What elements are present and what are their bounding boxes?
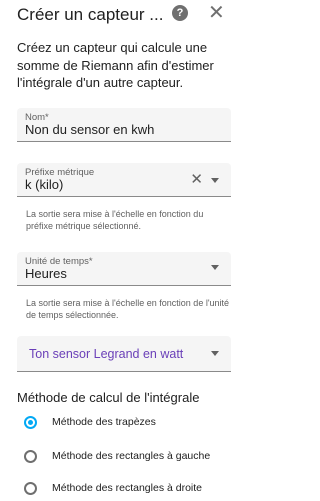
radio-button[interactable] bbox=[24, 450, 37, 463]
radio-label: Méthode des rectangles à droite bbox=[52, 482, 203, 494]
chevron-down-icon[interactable] bbox=[211, 265, 219, 270]
help-icon[interactable]: ? bbox=[172, 5, 188, 21]
dialog-title: Créer un capteur ... bbox=[17, 5, 164, 24]
radio-button[interactable] bbox=[24, 416, 37, 429]
time-unit-helper: La sortie sera mise à l'échelle en fonct… bbox=[26, 298, 230, 320]
radio-option-trapezoid[interactable]: Méthode des trapèzes bbox=[24, 413, 239, 435]
time-unit-value: Heures bbox=[25, 266, 67, 281]
dialog-header: Créer un capteur ... ? ✕ bbox=[0, 0, 245, 30]
radio-option-left-rectangles[interactable]: Méthode des rectangles à gauche bbox=[24, 447, 239, 469]
method-section-title: Méthode de calcul de l'intégrale bbox=[17, 390, 200, 405]
chevron-down-icon[interactable] bbox=[211, 178, 219, 183]
radio-label: Méthode des rectangles à gauche bbox=[52, 450, 211, 462]
radio-label: Méthode des trapèzes bbox=[52, 416, 156, 428]
name-field-value[interactable]: Non du sensor en kwh bbox=[25, 122, 154, 137]
metric-prefix-helper: La sortie sera mise à l'échelle en fonct… bbox=[26, 209, 204, 231]
radio-option-right-rectangles[interactable]: Méthode des rectangles à droite bbox=[24, 479, 239, 501]
input-sensor-value: Ton sensor Legrand en watt bbox=[29, 347, 184, 361]
name-field[interactable]: Nom* Non du sensor en kwh bbox=[17, 108, 231, 142]
metric-prefix-value: k (kilo) bbox=[25, 177, 64, 192]
chevron-down-icon[interactable] bbox=[211, 351, 219, 356]
time-unit-select[interactable]: Unité de temps* Heures bbox=[17, 252, 231, 286]
close-icon[interactable]: ✕ bbox=[208, 1, 225, 25]
clear-icon[interactable]: ✕ bbox=[190, 172, 203, 187]
radio-button[interactable] bbox=[24, 482, 37, 495]
metric-prefix-select[interactable]: Préfixe métrique k (kilo) ✕ bbox=[17, 163, 231, 197]
dialog-description: Créez un capteur qui calcule une somme d… bbox=[17, 40, 214, 90]
